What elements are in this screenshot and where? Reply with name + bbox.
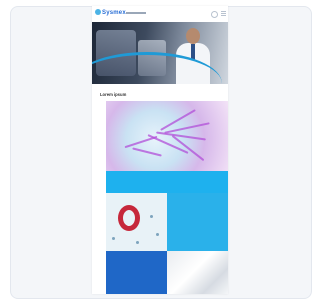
tile-row (106, 251, 228, 294)
cell-dot (112, 237, 115, 240)
tile-row (106, 193, 228, 251)
cell-dot (150, 215, 153, 218)
logo-tagline (126, 12, 146, 14)
hero-banner[interactable] (92, 22, 228, 84)
micrograph-streak (156, 131, 206, 141)
site-header: Sysmex (92, 6, 228, 22)
cell-dot (136, 241, 139, 244)
search-icon[interactable] (211, 11, 218, 18)
micrograph-streak (132, 147, 162, 157)
cell-dot (156, 233, 159, 236)
micrograph-streak (124, 135, 158, 149)
hero-head (186, 28, 200, 44)
logo-mark-icon (95, 9, 101, 15)
featured-image-tile[interactable] (106, 101, 228, 171)
stained-cell-ring (118, 205, 140, 231)
article-tile[interactable] (167, 193, 228, 251)
article-tile[interactable] (106, 251, 167, 294)
slide-image-tile[interactable] (106, 193, 167, 251)
mobile-page-preview: Sysmex Lorem ipsum (92, 6, 228, 294)
menu-icon[interactable] (221, 11, 226, 12)
section-title: Lorem ipsum (100, 92, 127, 97)
site-logo[interactable]: Sysmex (102, 10, 126, 16)
featured-tile-caption[interactable] (106, 171, 228, 193)
abstract-image-tile[interactable] (167, 251, 228, 294)
